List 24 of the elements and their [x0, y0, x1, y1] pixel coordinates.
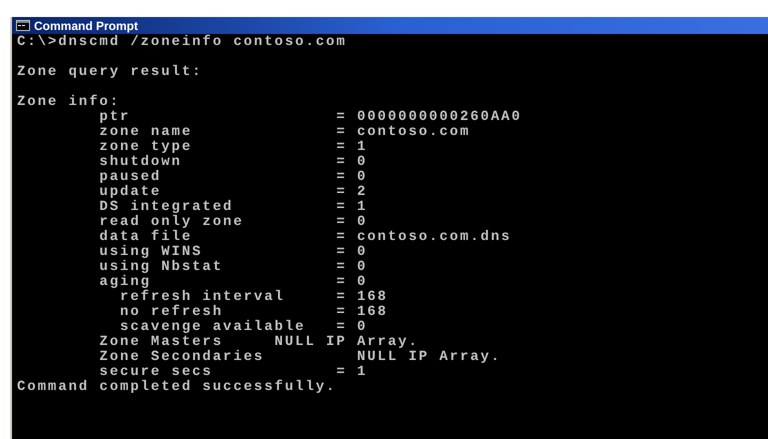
console-line: Zone Secondaries NULL IP Array. [98, 350, 502, 365]
console-line: using WINS = 0 [98, 245, 368, 260]
console-line: update = 2 [98, 185, 368, 200]
console-line: aging = 0 [98, 275, 368, 290]
console-line: no refresh = 168 [119, 305, 388, 320]
console-line: paused = 0 [98, 170, 368, 185]
console-line: data file = contoso.com.dns [98, 230, 512, 245]
console-line: zone name = contoso.com [98, 125, 470, 140]
window-title: Command Prompt [34, 20, 138, 32]
console-line: DS integrated = 1 [98, 200, 368, 215]
console-line: Zone info: [17, 95, 120, 110]
console-line: Zone query result: [17, 65, 202, 80]
console-line: scavenge available = 0 [119, 320, 368, 335]
console-line: zone type = 1 [98, 140, 368, 155]
console-line: read only zone = 0 [98, 215, 368, 230]
console-icon [16, 20, 30, 31]
console-line: Command completed successfully. [17, 380, 336, 395]
console-line: Zone Masters NULL IP Array. [98, 335, 419, 350]
console-line: C:\>dnscmd /zoneinfo contoso.com [17, 35, 347, 50]
console-line: secure secs = 1 [98, 365, 368, 380]
console-line: using Nbstat = 0 [98, 260, 368, 275]
console-line: shutdown = 0 [98, 155, 368, 170]
console-line: refresh interval = 168 [119, 290, 388, 305]
console-line: ptr = 0000000000260AA0 [98, 110, 522, 125]
